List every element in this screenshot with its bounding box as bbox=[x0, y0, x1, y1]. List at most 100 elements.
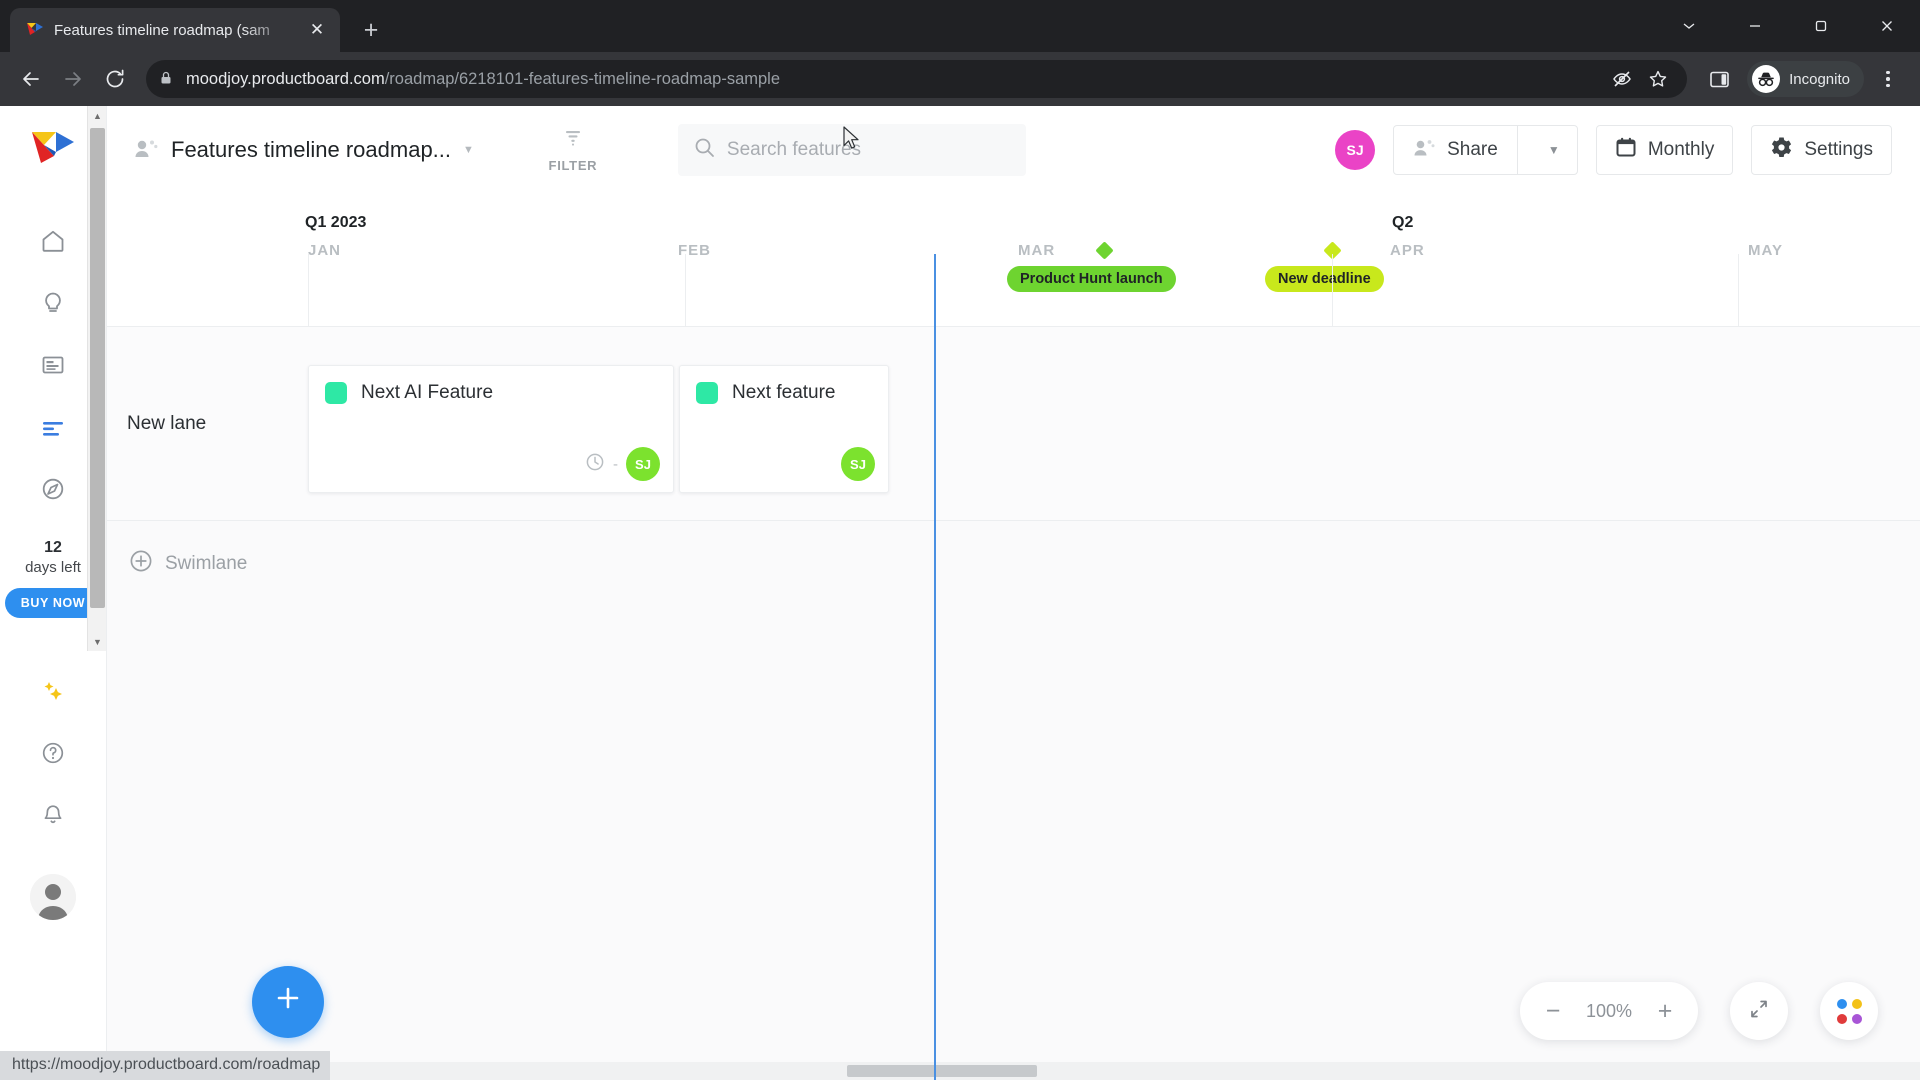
browser-toolbar: moodjoy.productboard.com/roadmap/6218101… bbox=[0, 52, 1920, 106]
effort-value: - bbox=[613, 455, 618, 473]
sidebar-item-notifications[interactable] bbox=[26, 784, 80, 846]
trial-days-count: 12 bbox=[44, 539, 62, 556]
incognito-label: Incognito bbox=[1789, 70, 1850, 88]
zoom-in-button[interactable]: + bbox=[1644, 990, 1686, 1032]
feature-card-header: Next feature bbox=[680, 366, 888, 404]
tab-title: Features timeline roadmap (sam bbox=[54, 21, 270, 39]
search-icon bbox=[694, 137, 715, 163]
settings-button[interactable]: Settings bbox=[1751, 125, 1892, 175]
month-label: FEB bbox=[678, 242, 711, 259]
share-people-icon bbox=[1412, 137, 1436, 163]
minimize-button[interactable] bbox=[1722, 0, 1788, 52]
roadmap-header: Features timeline roadmap... ▼ FILTER Se… bbox=[107, 106, 1920, 194]
forward-arrow-icon[interactable] bbox=[54, 60, 92, 98]
filter-label: FILTER bbox=[548, 157, 598, 173]
url-domain: moodjoy.productboard.com bbox=[186, 69, 385, 88]
clock-icon[interactable] bbox=[585, 452, 605, 477]
page-title: Features timeline roadmap... bbox=[171, 137, 452, 162]
feature-color-swatch bbox=[696, 382, 718, 404]
url-text: moodjoy.productboard.com/roadmap/6218101… bbox=[186, 70, 780, 89]
sidebar-item-whats-new[interactable] bbox=[26, 660, 80, 722]
scrollbar-thumb[interactable] bbox=[90, 128, 105, 608]
sidebar-scrollbar[interactable]: ▲ ▼ bbox=[87, 106, 106, 651]
sidebar-item-home[interactable] bbox=[26, 210, 80, 272]
productboard-logo-icon[interactable] bbox=[30, 128, 76, 168]
side-panel-icon[interactable] bbox=[1699, 59, 1739, 99]
expand-arrows-icon bbox=[1747, 997, 1771, 1026]
url-path: /roadmap/6218101-features-timeline-roadm… bbox=[384, 69, 781, 88]
month-label: JAN bbox=[308, 242, 342, 259]
sidebar-nav bbox=[26, 210, 80, 520]
reload-icon[interactable] bbox=[96, 60, 134, 98]
main-content: Features timeline roadmap... ▼ FILTER Se… bbox=[107, 106, 1920, 1080]
milestone-pill[interactable]: Product Hunt launch bbox=[1007, 266, 1176, 292]
milestone-label: Product Hunt launch bbox=[1020, 271, 1163, 287]
sidebar-item-roadmaps[interactable] bbox=[26, 396, 80, 458]
fullscreen-button[interactable] bbox=[1730, 982, 1788, 1040]
feature-card-title: Next feature bbox=[732, 382, 836, 403]
browser-tab[interactable]: Features timeline roadmap (sam ✕ bbox=[10, 8, 340, 52]
people-icon bbox=[133, 137, 159, 164]
star-icon[interactable] bbox=[1641, 62, 1675, 96]
incognito-indicator[interactable]: Incognito bbox=[1747, 61, 1864, 97]
integrations-button[interactable] bbox=[1820, 982, 1878, 1040]
sidebar-item-help[interactable] bbox=[26, 722, 80, 784]
address-bar[interactable]: moodjoy.productboard.com/roadmap/6218101… bbox=[146, 60, 1688, 98]
scroll-up-arrow-icon[interactable]: ▲ bbox=[88, 106, 107, 125]
chevron-down-icon[interactable]: ▼ bbox=[463, 144, 474, 156]
month-label: MAR bbox=[1018, 242, 1056, 259]
milestone-pill[interactable]: New deadline bbox=[1265, 266, 1384, 292]
sidebar-bottom-nav bbox=[26, 646, 80, 920]
lock-icon bbox=[158, 70, 176, 88]
button-divider bbox=[1516, 125, 1518, 175]
assignee-avatar[interactable]: SJ bbox=[841, 447, 875, 481]
search-input[interactable] bbox=[726, 139, 1010, 161]
kebab-menu-icon[interactable] bbox=[1868, 59, 1908, 99]
month-label: MAY bbox=[1748, 242, 1783, 259]
left-sidebar: 12 days left BUY NOW ▲ ▼ bbox=[0, 106, 107, 1080]
feature-card-footer: - SJ bbox=[585, 447, 660, 481]
trial-status: 12 days left bbox=[25, 538, 81, 578]
tab-strip: Features timeline roadmap (sam ✕ + bbox=[0, 0, 1920, 52]
back-arrow-icon[interactable] bbox=[12, 60, 50, 98]
add-swimlane-label: Swimlane bbox=[165, 553, 248, 574]
filter-button[interactable]: FILTER bbox=[540, 128, 606, 173]
calendar-icon bbox=[1615, 136, 1637, 164]
feature-card[interactable]: Next feature SJ bbox=[679, 365, 889, 493]
view-mode-button[interactable]: Monthly bbox=[1595, 125, 1734, 175]
close-window-button[interactable] bbox=[1854, 0, 1920, 52]
maximize-button[interactable] bbox=[1788, 0, 1854, 52]
scrollbar-thumb[interactable] bbox=[847, 1065, 1037, 1077]
zoom-level-value: 100% bbox=[1585, 1000, 1633, 1021]
sidebar-item-features[interactable] bbox=[26, 334, 80, 396]
sidebar-item-portal[interactable] bbox=[26, 458, 80, 520]
share-button[interactable]: Share ▼ bbox=[1393, 125, 1578, 175]
productboard-app: 12 days left BUY NOW ▲ ▼ Features timeli… bbox=[0, 106, 1920, 1080]
new-tab-button[interactable]: + bbox=[354, 13, 388, 47]
board-title-group[interactable]: Features timeline roadmap... ▼ bbox=[133, 137, 474, 164]
eye-off-icon[interactable] bbox=[1605, 62, 1639, 96]
current-user-avatar[interactable]: SJ bbox=[1335, 130, 1376, 170]
scroll-down-arrow-icon[interactable]: ▼ bbox=[88, 632, 107, 651]
feature-card[interactable]: Next AI Feature - SJ bbox=[308, 365, 674, 493]
minimize-to-tray-button[interactable] bbox=[1656, 0, 1722, 52]
browser-window: Features timeline roadmap (sam ✕ + moodj… bbox=[0, 0, 1920, 1080]
chevron-down-icon[interactable]: ▼ bbox=[1531, 143, 1577, 157]
omnibox-actions bbox=[1605, 62, 1675, 96]
user-avatar[interactable] bbox=[30, 874, 76, 920]
assignee-avatar[interactable]: SJ bbox=[626, 447, 660, 481]
window-controls bbox=[1656, 0, 1920, 52]
zoom-out-button[interactable]: − bbox=[1532, 990, 1574, 1032]
month-label: APR bbox=[1390, 242, 1425, 259]
add-swimlane-button[interactable]: Swimlane bbox=[129, 549, 247, 579]
share-label: Share bbox=[1447, 139, 1498, 160]
sidebar-item-insights[interactable] bbox=[26, 272, 80, 334]
add-feature-fab[interactable] bbox=[252, 966, 324, 1038]
close-icon[interactable]: ✕ bbox=[306, 19, 328, 41]
header-actions: SJ Share ▼ Monthly Settings bbox=[1335, 125, 1892, 175]
view-mode-label: Monthly bbox=[1647, 139, 1715, 160]
horizontal-scrollbar[interactable] bbox=[107, 1062, 1920, 1080]
zoom-control: − 100% + bbox=[1520, 982, 1698, 1040]
productboard-logo-icon bbox=[26, 21, 44, 39]
milestone-diamond[interactable] bbox=[1095, 241, 1114, 260]
